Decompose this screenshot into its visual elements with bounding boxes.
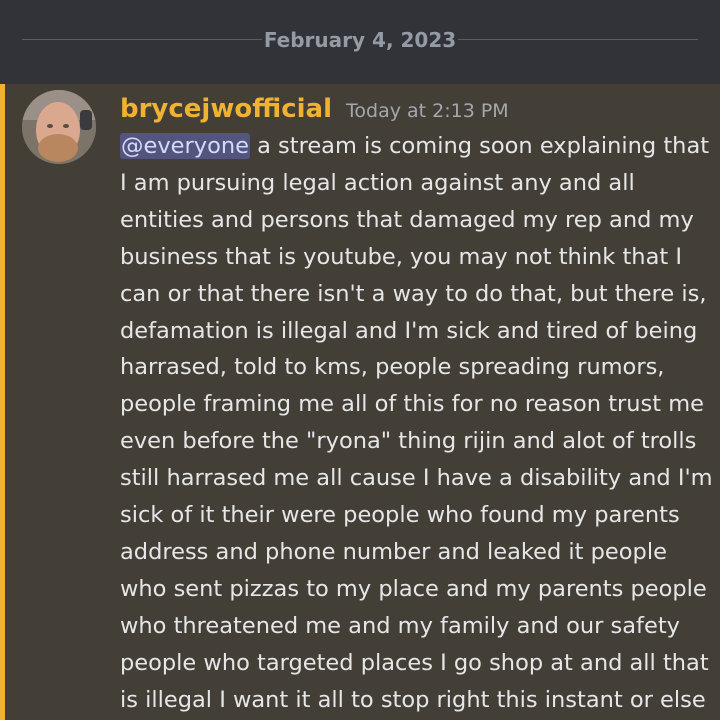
date-divider-bar: February 4, 2023 <box>0 0 720 84</box>
message-content: @everyone a stream is coming soon explai… <box>120 128 713 719</box>
everyone-mention[interactable]: @everyone <box>120 133 250 159</box>
message-line: I am pursuing legal action against any a… <box>120 169 635 196</box>
message-line: who sent pizzas to my place and my paren… <box>120 575 707 602</box>
author-username[interactable]: brycejwofficial <box>120 94 332 124</box>
message-line: defamation is illegal and I'm sick and t… <box>120 317 698 344</box>
avatar-image <box>22 90 96 164</box>
message[interactable]: brycejwofficial Today at 2:13 PM @everyon… <box>0 84 720 720</box>
message-line: still harrased me all cause I have a dis… <box>120 465 713 492</box>
message-timestamp[interactable]: Today at 2:13 PM <box>346 100 509 122</box>
avatar[interactable] <box>22 90 96 164</box>
message-line: people framing me all of this for no rea… <box>120 391 704 418</box>
mention-highlight-bar <box>0 84 5 720</box>
divider-line-right <box>458 39 698 40</box>
divider-line-left <box>22 39 262 40</box>
message-line: @everyone a stream is coming soon explai… <box>120 128 709 165</box>
date-divider-label: February 4, 2023 <box>263 28 457 52</box>
message-line: address and phone number and leaked it p… <box>120 538 667 565</box>
message-line: who threatened me and my family and our … <box>120 612 680 639</box>
message-line: harrased, told to kms, people spreading … <box>120 354 665 381</box>
message-line: people who targeted places I go shop at … <box>120 649 709 676</box>
message-line: business that is youtube, you may not th… <box>120 243 682 270</box>
message-line: entities and persons that damaged my rep… <box>120 206 694 233</box>
message-line-text: a stream is coming soon explaining that <box>249 133 710 159</box>
message-line: is illegal I want it all to stop right t… <box>120 686 706 713</box>
message-line: even before the "ryona" thing rijin and … <box>120 428 697 455</box>
message-line: can or that there isn't a way to do that… <box>120 280 707 307</box>
message-line: sick of it their were people who found m… <box>120 502 680 529</box>
message-header: brycejwofficial Today at 2:13 PM <box>120 92 509 126</box>
